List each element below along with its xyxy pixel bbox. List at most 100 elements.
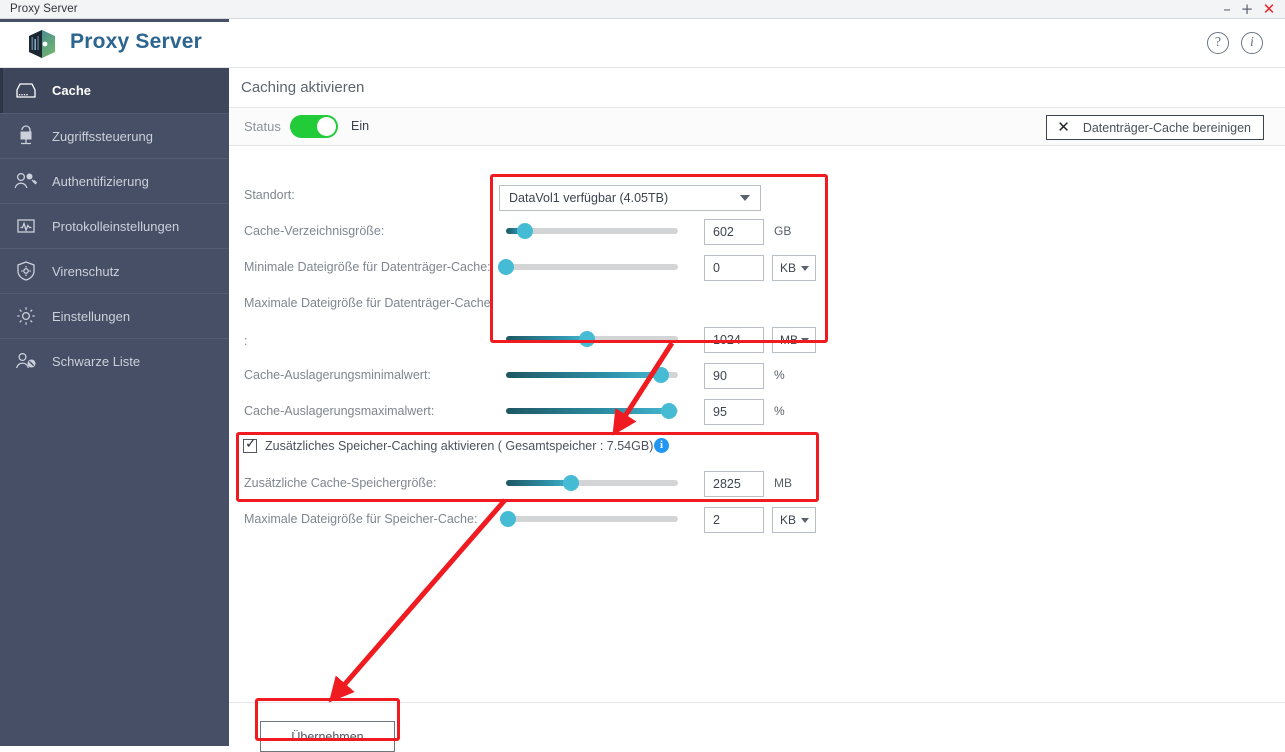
max-file-size-mem-input[interactable]: 2 [704, 507, 764, 533]
apply-button[interactable]: Übernehmen [260, 721, 395, 752]
max-file-size-mem-unit-select[interactable]: KB [772, 507, 816, 533]
slider-thumb[interactable] [661, 403, 678, 419]
row-cache-verzeichnisgroesse: Cache-Verzeichnisgröße: 602 GB [229, 219, 1285, 245]
max-file-size-disk-unit-select[interactable]: MB [772, 327, 816, 353]
sidebar-item-label: Schwarze Liste [52, 353, 141, 369]
window-minimize-button[interactable]: – [1219, 1, 1235, 17]
slider-fill [506, 480, 572, 486]
slider-thumb[interactable] [499, 511, 516, 527]
row-standort: Standort: DataVol1 verfügbar (4.05TB) [229, 185, 1285, 211]
page-title: Caching aktivieren [241, 79, 365, 96]
min-file-size-disk-slider[interactable] [498, 259, 678, 275]
sidebar-item-virenschutz[interactable]: Virenschutz [0, 248, 229, 293]
slider-thumb[interactable] [516, 223, 533, 239]
unit-value: KB [780, 261, 797, 275]
row-max-dateigroesse-datentraeger: Maximale Dateigröße für Datenträger-Cach… [229, 293, 1285, 353]
memory-caching-label: Zusätzliches Speicher-Caching aktivieren… [265, 439, 654, 453]
status-value: Ein [351, 119, 370, 133]
chevron-down-icon [801, 518, 809, 523]
slider-fill [506, 408, 670, 414]
min-file-size-disk-input[interactable]: 0 [704, 255, 764, 281]
status-row: Status Ein ✕ Datenträger-Cache bereinige… [229, 108, 1285, 146]
memory-caching-checkbox[interactable]: ✓ [243, 436, 257, 453]
cache-dir-size-slider[interactable] [506, 223, 678, 239]
max-file-size-disk-input[interactable]: 1024 [704, 327, 764, 353]
standort-select[interactable]: DataVol1 verfügbar (4.05TB) [499, 185, 761, 211]
cache-dir-size-label: Cache-Verzeichnisgröße: [244, 224, 385, 238]
app-header: Proxy Server ? i [0, 19, 1285, 68]
slider-track [506, 516, 678, 522]
sidebar-item-label: Cache [52, 83, 92, 98]
sidebar-item-authentifizierung[interactable]: Authentifizierung [0, 158, 229, 203]
sidebar-navigation: Cache Zugriffssteuerung Authentifizierun… [0, 68, 229, 746]
row-speicher-caching-checkbox: ✓ Zusätzliches Speicher-Caching aktivier… [229, 436, 1285, 460]
extra-cache-mem-size-label: Zusätzliche Cache-Speichergröße: [244, 476, 437, 490]
max-file-size-disk-label-continued: : [244, 334, 248, 348]
row-min-dateigroesse-datentraeger: Minimale Dateigröße für Datenträger-Cach… [229, 255, 1285, 281]
info-icon[interactable]: i [1241, 32, 1263, 54]
gear-icon [0, 305, 52, 327]
clean-disk-cache-label: Datenträger-Cache bereinigen [1082, 120, 1251, 135]
proxy-server-logo-icon [26, 28, 58, 60]
chevron-down-icon [801, 338, 809, 343]
toggle-knob [317, 117, 336, 136]
cache-dir-size-input[interactable]: 602 [704, 219, 764, 245]
max-file-size-mem-slider[interactable] [499, 511, 678, 527]
window-maximize-button[interactable]: + [1239, 1, 1255, 17]
min-file-size-disk-unit-select[interactable]: KB [772, 255, 816, 281]
max-file-size-disk-label: Maximale Dateigröße für Datenträger-Cach… [244, 296, 491, 310]
slider-thumb[interactable] [578, 331, 595, 347]
main-content-pane: Caching aktivieren Status Ein ✕ Datenträ… [229, 68, 1285, 752]
caching-status-toggle[interactable] [290, 115, 338, 138]
slider-thumb[interactable] [652, 367, 669, 383]
slider-fill [506, 372, 661, 378]
shield-icon [0, 260, 52, 282]
sidebar-item-cache[interactable]: Cache [0, 68, 229, 113]
cache-min-threshold-input[interactable]: 90 [704, 363, 764, 389]
status-label: Status [244, 119, 281, 134]
unit-value: KB [780, 513, 797, 527]
cache-dir-size-unit: GB [774, 224, 792, 238]
footer-divider [229, 702, 1285, 703]
chevron-down-icon [740, 195, 750, 201]
cache-max-threshold-label: Cache-Auslagerungsmaximalwert: [244, 404, 435, 418]
max-file-size-disk-slider[interactable] [506, 331, 678, 347]
user-block-icon [0, 351, 52, 371]
cache-min-threshold-label: Cache-Auslagerungsminimalwert: [244, 368, 431, 382]
slider-track [506, 264, 678, 270]
users-key-icon [0, 171, 52, 191]
row-auslagerung-minimalwert: Cache-Auslagerungsminimalwert: 90 % [229, 363, 1285, 389]
row-max-dateigroesse-speicher: Maximale Dateigröße für Speicher-Cache: … [229, 507, 1285, 533]
standort-selected-value: DataVol1 verfügbar (4.05TB) [509, 191, 669, 205]
sidebar-item-label: Protokolleinstellungen [52, 218, 180, 234]
close-x-icon: ✕ [1057, 118, 1070, 136]
window-close-button[interactable]: ✕ [1261, 1, 1277, 17]
extra-cache-mem-size-slider[interactable] [506, 475, 678, 491]
cache-max-threshold-input[interactable]: 95 [704, 399, 764, 425]
row-zusaetzliche-cache-speichergroesse: Zusätzliche Cache-Speichergröße: 2825 MB [229, 471, 1285, 497]
chevron-down-icon [801, 266, 809, 271]
help-icon[interactable]: ? [1207, 32, 1229, 54]
slider-thumb[interactable] [498, 259, 514, 275]
cache-min-threshold-unit: % [774, 368, 785, 382]
extra-cache-mem-size-input[interactable]: 2825 [704, 471, 764, 497]
sidebar-item-einstellungen[interactable]: Einstellungen [0, 293, 229, 338]
cache-max-threshold-slider[interactable] [506, 403, 678, 419]
standort-label: Standort: [244, 188, 295, 202]
clean-disk-cache-button[interactable]: ✕ Datenträger-Cache bereinigen [1046, 115, 1264, 140]
os-title-bar: Proxy Server – + ✕ [0, 0, 1285, 19]
unit-value: MB [780, 333, 798, 347]
sidebar-item-label: Einstellungen [52, 308, 131, 324]
memory-caching-info-icon[interactable]: i [654, 438, 669, 453]
caching-settings-form: Standort: DataVol1 verfügbar (4.05TB) Ca… [229, 146, 1285, 702]
sidebar-item-schwarze-liste[interactable]: Schwarze Liste [0, 338, 229, 383]
slider-fill [506, 336, 587, 342]
sidebar-item-zugriffssteuerung[interactable]: Zugriffssteuerung [0, 113, 229, 158]
header-accent-strip [0, 19, 229, 22]
min-file-size-disk-label: Minimale Dateigröße für Datenträger-Cach… [244, 260, 491, 274]
sidebar-item-label: Authentifizierung [52, 173, 149, 189]
cache-min-threshold-slider[interactable] [506, 367, 678, 383]
slider-thumb[interactable] [563, 475, 580, 491]
sidebar-item-protokolleinstellungen[interactable]: Protokolleinstellungen [0, 203, 229, 248]
lock-monitor-icon [0, 125, 52, 147]
